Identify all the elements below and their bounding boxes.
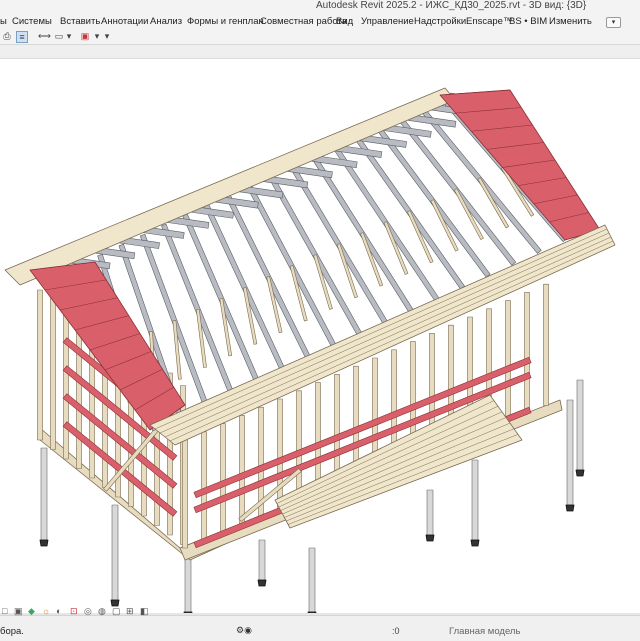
pile-foot xyxy=(470,539,480,547)
switch-windows-icon[interactable]: ▭ xyxy=(54,31,64,41)
tab-collaborate[interactable]: Совместная работа xyxy=(260,16,347,27)
tab-manage[interactable]: Управление xyxy=(361,16,414,27)
worksharing-icon[interactable]: ⚙◉ xyxy=(236,625,252,636)
foundation-pile xyxy=(471,459,479,541)
measure-icon[interactable]: ⟷ xyxy=(38,31,51,41)
close-hidden-icon[interactable]: ▣ xyxy=(80,31,90,41)
visual-style-icon[interactable]: ◆ xyxy=(28,606,35,617)
wall-stud xyxy=(524,292,530,414)
house-frame-model xyxy=(4,87,616,615)
wall-stud xyxy=(296,390,302,504)
tab-massing-site[interactable]: Формы и генплан xyxy=(187,16,264,27)
foundation-pile xyxy=(576,379,584,471)
visibility-icon[interactable]: ▾ xyxy=(92,31,102,41)
tab-systems[interactable]: Системы xyxy=(12,16,52,27)
wall-stud xyxy=(239,415,245,526)
active-model-select[interactable]: Главная модель xyxy=(449,626,520,637)
tab-partial[interactable]: ы xyxy=(0,16,7,27)
quick-access-toolbar: ⎙ ≡ ⟷ ▭ ▾ ▣ ▾ ▾ xyxy=(0,30,640,45)
foundation-pile xyxy=(566,399,574,506)
tab-view[interactable]: Вид xyxy=(336,16,353,27)
wall-stud xyxy=(63,300,69,460)
wall-stud xyxy=(543,283,549,406)
status-text: бора. xyxy=(0,626,24,637)
wall-stud xyxy=(277,398,283,511)
analytical-model-icon[interactable]: ▢ xyxy=(112,606,121,617)
tab-analyze[interactable]: Анализ xyxy=(150,16,182,27)
options-bar xyxy=(0,45,640,59)
pile-foot xyxy=(425,534,435,542)
window-title: Autodesk Revit 2025.2 - ИЖС_КД30_2025.rv… xyxy=(316,0,587,11)
foundation-pile xyxy=(426,489,434,536)
ribbon-tab-bar: ы Системы Вставить Аннотации Анализ Форм… xyxy=(0,12,640,30)
3d-viewport[interactable] xyxy=(0,59,640,615)
wall-stud xyxy=(201,431,207,541)
tab-annotate[interactable]: Аннотации xyxy=(101,16,149,27)
foundation-pile xyxy=(308,547,316,613)
tab-modify[interactable]: Изменить xyxy=(549,16,592,27)
shadows-icon[interactable]: ◐ xyxy=(56,606,61,616)
thin-lines-icon[interactable]: ≡ xyxy=(16,31,28,43)
wall-stud xyxy=(182,439,188,549)
dropdown-arrow-icon[interactable]: ▾ xyxy=(64,31,74,41)
wall-stud xyxy=(37,289,43,441)
pile-foot xyxy=(565,504,575,512)
scale-icon[interactable]: □ xyxy=(2,606,7,616)
foundation-pile xyxy=(111,504,119,601)
reveal-hidden-icon[interactable]: ◍ xyxy=(98,606,106,617)
status-bar: бора. ⚙◉ :0 Главная модель xyxy=(0,615,640,641)
foundation-pile xyxy=(184,554,192,613)
crop-view-icon[interactable]: ⊡ xyxy=(70,606,78,617)
foundation-pile xyxy=(40,447,48,541)
temp-hide-icon[interactable]: ◎ xyxy=(84,606,92,617)
tab-insert[interactable]: Вставить xyxy=(60,16,100,27)
foundation-pile xyxy=(258,539,266,581)
selection-count: :0 xyxy=(392,626,400,636)
tab-enscape[interactable]: Enscape™ xyxy=(466,16,512,27)
detail-level-icon[interactable]: ▣ xyxy=(14,606,23,617)
window-title-bar: Autodesk Revit 2025.2 - ИЖС_КД30_2025.rv… xyxy=(0,0,640,12)
pile-foot xyxy=(39,539,49,547)
pile-foot xyxy=(575,469,585,477)
pile-foot xyxy=(257,579,267,587)
wall-stud xyxy=(505,300,511,421)
sun-path-icon[interactable]: ☼ xyxy=(42,606,50,616)
ribbon-options-button[interactable]: ▾ xyxy=(606,17,621,28)
print-icon[interactable]: ⎙ xyxy=(2,31,12,41)
tab-bs-bim[interactable]: BS • BIM xyxy=(509,16,547,27)
wall-stud xyxy=(50,295,56,450)
wall-stud xyxy=(220,423,226,534)
qat-customize-icon[interactable]: ▾ xyxy=(102,31,112,41)
constraints-icon[interactable]: ⊞ xyxy=(126,606,134,617)
worksets-icon[interactable]: ◧ xyxy=(140,606,149,617)
tab-addins[interactable]: Надстройки xyxy=(414,16,466,27)
